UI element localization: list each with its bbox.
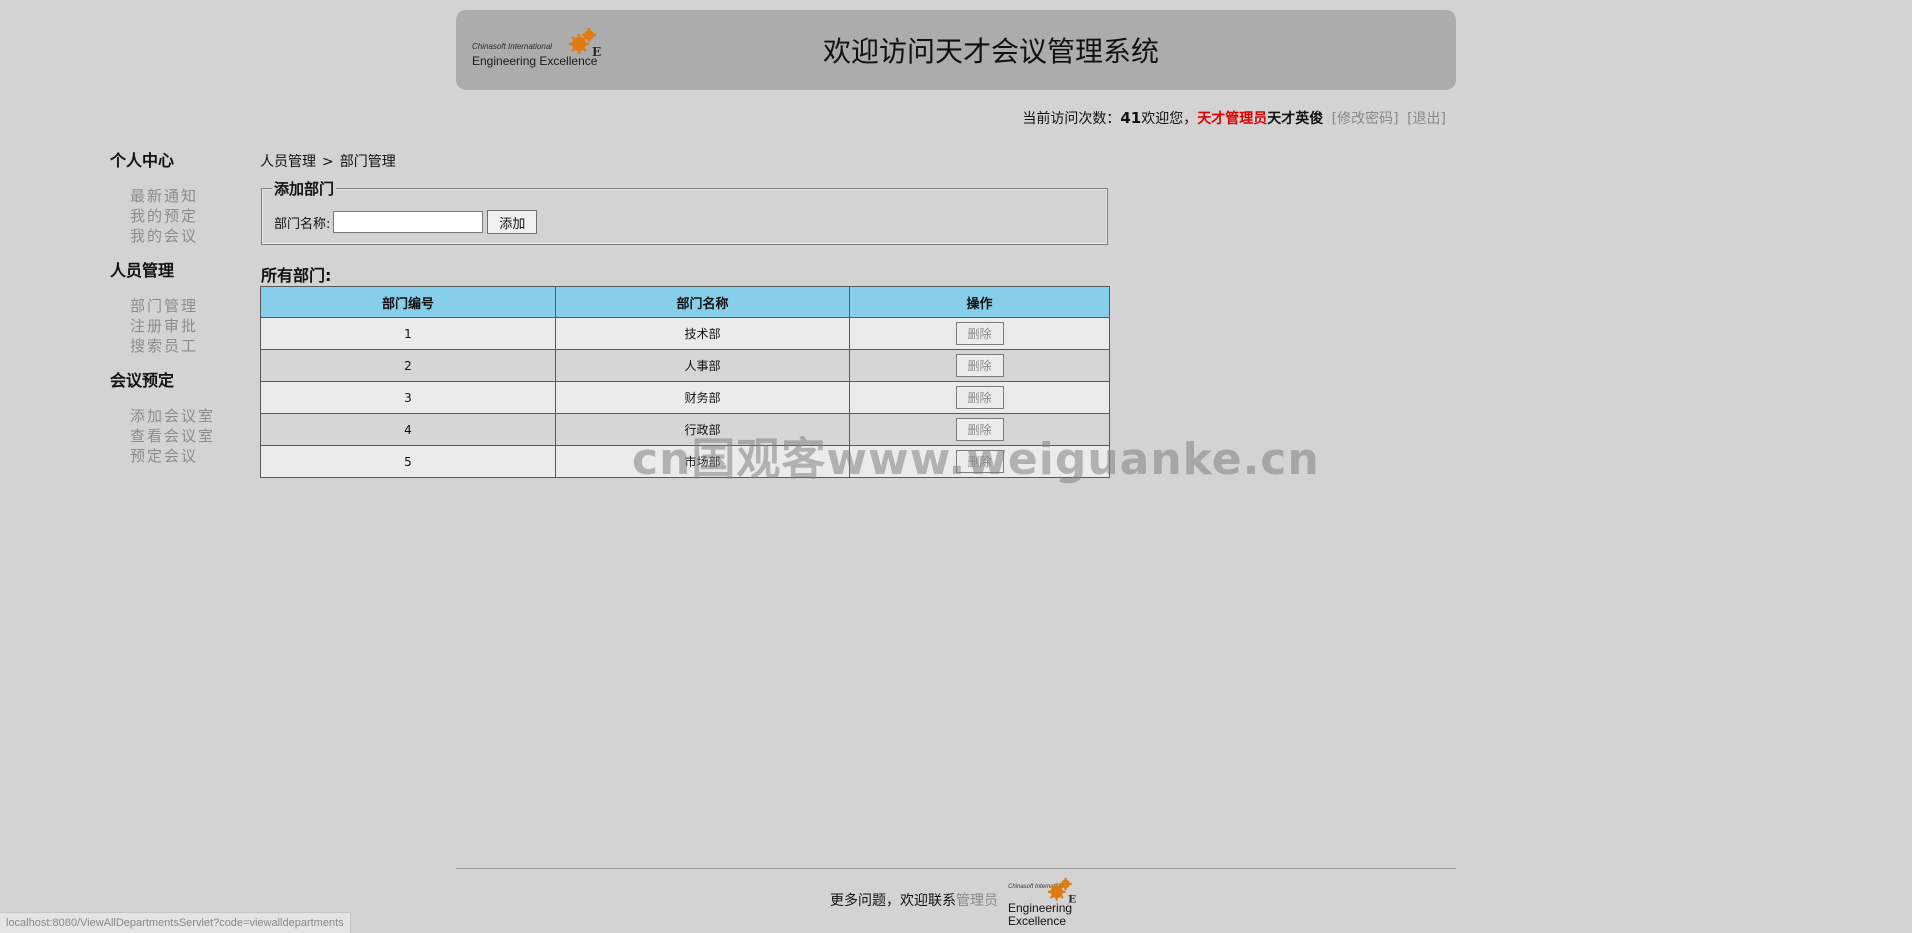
actions-cell: 删除 [849,413,1110,446]
department-name-label: 部门名称: [274,216,331,232]
header-banner: Chinasoft International Engineering Exce… [456,10,1456,90]
department-id: 4 [260,413,556,446]
department-id: 5 [260,445,556,478]
sidebar-item-my-meetings[interactable]: 我的会议 [130,226,240,246]
status-bar-url: localhost:8080/ViewAllDepartmentsServlet… [0,912,351,933]
add-department-row: 部门名称: 添加 [274,210,538,234]
actions-cell: 删除 [849,317,1110,350]
sidebar-group-staff: 人员管理 部门管理 注册审批 搜索员工 [110,260,240,356]
delete-button[interactable]: 删除 [955,418,1004,441]
column-header-name: 部门名称 [555,286,850,318]
admin-contact-link[interactable]: 管理员 [956,893,998,909]
all-departments-title: 所有部门: [261,266,332,285]
add-button[interactable]: 添加 [487,210,538,234]
sidebar-item-book-meeting[interactable]: 预定会议 [130,446,240,466]
breadcrumb: 人员管理 > 部门管理 [260,151,396,171]
department-name: 人事部 [555,349,850,382]
actions-cell: 删除 [849,381,1110,414]
logout-link[interactable]: [退出] [1407,111,1446,127]
delete-button[interactable]: 删除 [955,386,1004,409]
table-header-row: 部门编号 部门名称 操作 [260,286,1110,318]
sidebar-group-meetings: 会议预定 添加会议室 查看会议室 预定会议 [110,370,240,466]
footer-logo: Chinasoft International Engineering Exce… [1006,876,1086,928]
department-name: 行政部 [555,413,850,446]
footer-text: 更多问题，欢迎联系 [830,893,956,909]
delete-button[interactable]: 删除 [955,354,1004,377]
sidebar-heading: 人员管理 [110,261,175,280]
sidebar-group-personal: 个人中心 最新通知 我的预定 我的会议 [110,150,240,246]
table-row: 2 人事部 删除 [260,349,1110,382]
departments-table: 部门编号 部门名称 操作 1 技术部 删除 2 人事部 删除 3 财务部 删除 … [260,286,1110,478]
user-role: 天才管理员 [1197,111,1268,127]
sidebar-item-latest-notice[interactable]: 最新通知 [130,186,240,206]
sidebar-item-add-room[interactable]: 添加会议室 [130,406,240,426]
sidebar-heading: 会议预定 [110,371,175,390]
breadcrumb-current: 部门管理 [339,154,396,170]
column-header-actions: 操作 [849,286,1110,318]
department-name: 技术部 [555,317,850,350]
sidebar-item-search-employees[interactable]: 搜索员工 [130,336,240,356]
sidebar-heading: 个人中心 [110,151,175,170]
department-id: 2 [260,349,556,382]
add-department-legend: 添加部门 [272,178,337,199]
visit-count-label: 当前访问次数： [1022,111,1121,127]
delete-button[interactable]: 删除 [955,322,1004,345]
welcome-text: 欢迎您， [1141,111,1198,127]
sidebar-item-departments[interactable]: 部门管理 [130,296,240,316]
breadcrumb-parent[interactable]: 人员管理 [260,154,316,170]
delete-button[interactable]: 删除 [955,450,1004,473]
table-row: 3 财务部 删除 [260,381,1110,414]
svg-text:E: E [1068,893,1076,905]
visit-count: 41 [1120,109,1142,127]
column-header-id: 部门编号 [260,286,556,318]
department-name: 财务部 [555,381,850,414]
sidebar-item-view-rooms[interactable]: 查看会议室 [130,426,240,446]
department-id: 3 [260,381,556,414]
table-row: 5 市场部 删除 [260,445,1110,478]
change-password-link[interactable]: [修改密码] [1332,111,1399,127]
actions-cell: 删除 [849,445,1110,478]
gears-icon: E [1047,877,1076,905]
footer-divider [456,868,1456,869]
breadcrumb-separator: > [322,154,334,170]
user-name: 天才英俊 [1267,111,1324,127]
department-name: 市场部 [555,445,850,478]
page-title: 欢迎访问天才会议管理系统 [822,35,1159,68]
add-department-form: 添加部门 部门名称: 添加 [261,178,1108,245]
sidebar: 个人中心 最新通知 我的预定 我的会议 人员管理 部门管理 注册审批 搜索员工 … [110,150,240,480]
actions-cell: 删除 [849,349,1110,382]
footer-contact: 更多问题，欢迎联系管理员 [830,890,998,910]
sidebar-item-registration-approval[interactable]: 注册审批 [130,316,240,336]
table-row: 4 行政部 删除 [260,413,1110,446]
table-row: 1 技术部 删除 [260,317,1110,350]
department-id: 1 [260,317,556,350]
department-name-input[interactable] [333,211,484,233]
sidebar-item-my-reservations[interactable]: 我的预定 [130,206,240,226]
user-bar: 当前访问次数：41欢迎您，天才管理员天才英俊 [修改密码] [退出] [1022,108,1446,128]
